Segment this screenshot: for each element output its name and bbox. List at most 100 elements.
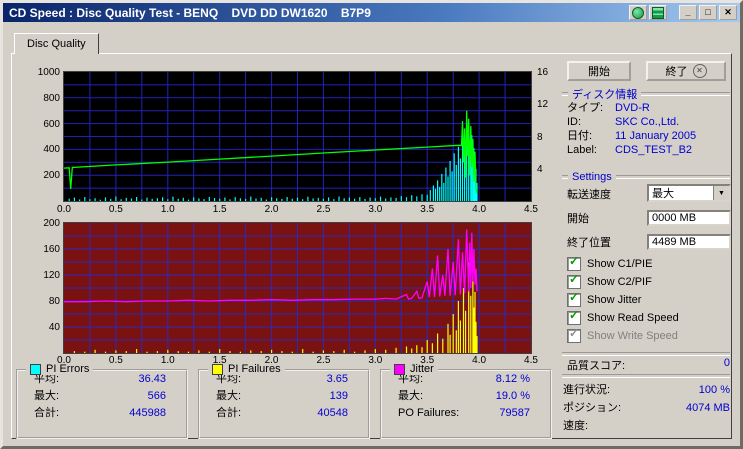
- checkbox-show-c1-pie[interactable]: ✓ Show C1/PIE: [567, 254, 679, 272]
- end-position-field[interactable]: 4489 MB: [647, 234, 731, 250]
- stat-value: 445988: [129, 407, 166, 419]
- disc-info-heading: ディスク情報: [562, 88, 730, 101]
- transfer-speed-label: 転送速度: [567, 189, 611, 201]
- settings-heading: Settings: [562, 171, 730, 183]
- disc-icon: [632, 6, 644, 19]
- close-icon: ✕: [724, 7, 732, 17]
- cancel-icon: ✕: [692, 64, 707, 78]
- start-position-label: 開始: [567, 213, 589, 225]
- stat-box-pi-failures: PI Failures 平均: 3.65 最大: 139 合計: 40548: [198, 363, 370, 439]
- axis-tick-label: 2.0: [264, 204, 279, 215]
- checkbox-show-write-speed: ✓ Show Write Speed: [567, 326, 679, 344]
- disc-info-row: タイプ: DVD-R: [567, 102, 730, 116]
- top-chart: [63, 71, 532, 202]
- divider: [562, 374, 730, 378]
- check-icon: ✓: [569, 290, 580, 304]
- disc-info-label: ID:: [567, 116, 582, 128]
- stat-label: 合計:: [216, 407, 242, 419]
- stat-row: 最大: 19.0 %: [398, 388, 530, 405]
- transfer-speed-select[interactable]: 最大 ▼: [647, 184, 731, 202]
- axis-tick-label: 160: [43, 244, 60, 255]
- top-chart-x-axis: 0.0 0.5 1.0 1.5 2.0 2.5 3.0 3.5 4.0 4.5: [57, 204, 538, 216]
- disc-info-row: Label: CDS_TEST_B2: [567, 144, 730, 158]
- title-bar[interactable]: CD Speed : Disc Quality Test - BENQ DVD …: [3, 3, 740, 22]
- stat-legend: PI Errors: [26, 363, 94, 375]
- stat-label: 最大:: [216, 390, 242, 402]
- axis-tick-label: 4.5: [524, 204, 538, 215]
- maximize-button[interactable]: □: [699, 5, 717, 20]
- legend-swatch: [394, 363, 405, 375]
- start-button[interactable]: 開始: [567, 61, 631, 81]
- progress-row-: ポジション: 4074 MB: [563, 401, 730, 419]
- maximize-icon: □: [705, 7, 711, 17]
- minimize-button[interactable]: _: [679, 5, 697, 20]
- checkbox-label: Show C2/PIF: [587, 276, 652, 288]
- disc-info-value: SKC Co.,Ltd.: [615, 116, 680, 128]
- progress-value: 4074 MB: [685, 402, 730, 414]
- axis-tick-label: 0.5: [108, 204, 123, 215]
- checkbox-show-read-speed[interactable]: ✓ Show Read Speed: [567, 308, 679, 326]
- axis-tick-label: 1.0: [160, 204, 175, 215]
- axis-tick-label: 600: [43, 118, 60, 130]
- stat-legend: Jitter: [390, 363, 438, 375]
- stat-label: 最大:: [34, 390, 60, 402]
- progress-row-: 速度:: [563, 419, 730, 437]
- axis-tick-label: 40: [48, 322, 60, 333]
- progress-row-: 進行状況: 100 %: [563, 383, 730, 401]
- stat-value: 36.43: [138, 373, 166, 385]
- axis-tick-label: 4: [537, 163, 543, 175]
- legend-swatch: [212, 363, 223, 375]
- checkbox-label: Show Jitter: [587, 294, 642, 306]
- chart-icon-button[interactable]: [649, 5, 667, 20]
- titlebar-buttons: _ □ ✕: [629, 5, 737, 20]
- app-window: CD Speed : Disc Quality Test - BENQ DVD …: [0, 0, 743, 449]
- axis-tick-label: 3.0: [368, 204, 383, 215]
- exit-button[interactable]: 終了 ✕: [646, 61, 726, 81]
- progress-label: 進行状況:: [563, 384, 611, 396]
- axis-tick-label: 3.5: [420, 204, 435, 215]
- disc-info-row: 日付: 11 January 2005: [567, 130, 730, 144]
- disc-info-label: タイプ:: [567, 102, 604, 114]
- checkbox-label: Show C1/PIE: [587, 258, 653, 270]
- axis-tick-label: 16: [537, 67, 549, 78]
- start-position-field[interactable]: 0000 MB: [647, 210, 731, 226]
- stat-legend: PI Failures: [208, 363, 285, 375]
- stat-row: 合計: 40548: [216, 405, 348, 422]
- axis-tick-label: 2.5: [316, 355, 331, 366]
- stats-row: PI Errors 平均: 36.43 最大: 566 合計: 445988 PI Failu…: [16, 363, 552, 439]
- divider: [562, 352, 730, 356]
- chevron-down-icon[interactable]: ▼: [713, 186, 729, 200]
- checkbox-box: ✓: [567, 272, 581, 289]
- axis-tick-label: 200: [43, 218, 60, 229]
- bottom-chart-x-axis: 0.0 0.5 1.0 1.5 2.0 2.5 3.0 3.5 4.0 4.5: [57, 355, 538, 367]
- checkbox-label: Show Write Speed: [587, 330, 678, 342]
- top-chart-y-axis-right: 16 12 8 4: [535, 67, 561, 201]
- checkbox-box: ✓: [567, 326, 581, 343]
- legend-swatch: [30, 363, 41, 375]
- stat-value: 8.12 %: [495, 373, 530, 385]
- divider: [641, 92, 730, 96]
- end-position-label: 終了位置: [567, 237, 611, 249]
- checkbox-show-c2-pif[interactable]: ✓ Show C2/PIF: [567, 272, 679, 290]
- transfer-speed-value: 最大: [652, 188, 674, 200]
- axis-tick-label: 120: [43, 270, 60, 281]
- axis-tick-label: 1.5: [212, 204, 227, 215]
- axis-tick-label: 4.0: [472, 355, 487, 366]
- disc-info-value: CDS_TEST_B2: [615, 144, 693, 156]
- axis-tick-label: 0.5: [108, 355, 123, 366]
- tab-disc-quality[interactable]: Disc Quality: [14, 33, 99, 54]
- stat-value: 40548: [317, 407, 348, 419]
- stat-title: PI Failures: [228, 363, 281, 375]
- disc-icon-button[interactable]: [629, 5, 647, 20]
- checkbox-show-jitter[interactable]: ✓ Show Jitter: [567, 290, 679, 308]
- progress-label: 速度:: [563, 420, 589, 432]
- close-button[interactable]: ✕: [719, 5, 737, 20]
- checkbox-list: ✓ Show C1/PIE ✓ Show C2/PIF ✓ Show Jitter ✓ Sho…: [567, 254, 679, 344]
- stat-value: 566: [147, 390, 166, 402]
- top-chart-y-axis-left: 1000 800 600 400 200: [26, 67, 60, 201]
- divider: [615, 175, 730, 179]
- bottom-chart: [63, 222, 532, 354]
- check-icon: ✓: [569, 326, 580, 340]
- stat-value: 19.0 %: [495, 390, 530, 402]
- tab-label: Disc Quality: [27, 38, 86, 50]
